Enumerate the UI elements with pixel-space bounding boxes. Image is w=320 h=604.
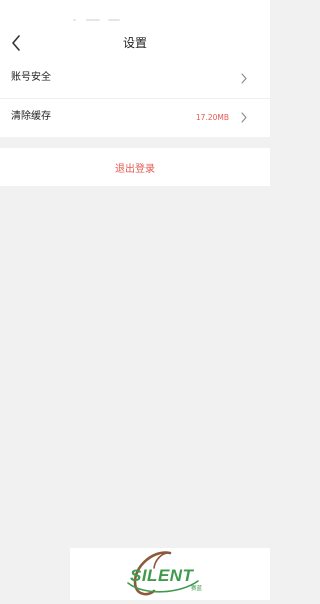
status-indicator — [73, 19, 76, 21]
section-gap — [0, 137, 270, 148]
status-bar — [0, 0, 270, 26]
logout-label: 退出登录 — [115, 163, 155, 175]
silent-logo-icon: SILENT 赛蓝 — [127, 551, 203, 596]
status-indicator — [108, 19, 120, 21]
logo-wordmark: SILENT — [130, 566, 195, 585]
account-security-item[interactable]: 账号安全 — [0, 60, 270, 98]
cache-size-value: 17.20MB — [195, 113, 229, 122]
menu-item-label: 账号安全 — [11, 72, 51, 83]
page-title: 设置 — [122, 36, 147, 50]
menu-item-label: 清除缓存 — [11, 111, 51, 122]
nav-header: 设置 — [0, 26, 270, 60]
status-indicator — [86, 19, 100, 21]
clear-cache-item[interactable]: 清除缓存 17.20MB — [0, 98, 270, 137]
logout-button[interactable]: 退出登录 — [0, 148, 270, 186]
chevron-right-icon — [241, 73, 247, 84]
settings-list: 账号安全 清除缓存 17.20MB — [0, 60, 270, 137]
silent-logo-watermark: SILENT 赛蓝 — [70, 548, 270, 600]
chevron-right-icon — [241, 112, 247, 123]
logo-subtext: 赛蓝 — [191, 584, 203, 592]
